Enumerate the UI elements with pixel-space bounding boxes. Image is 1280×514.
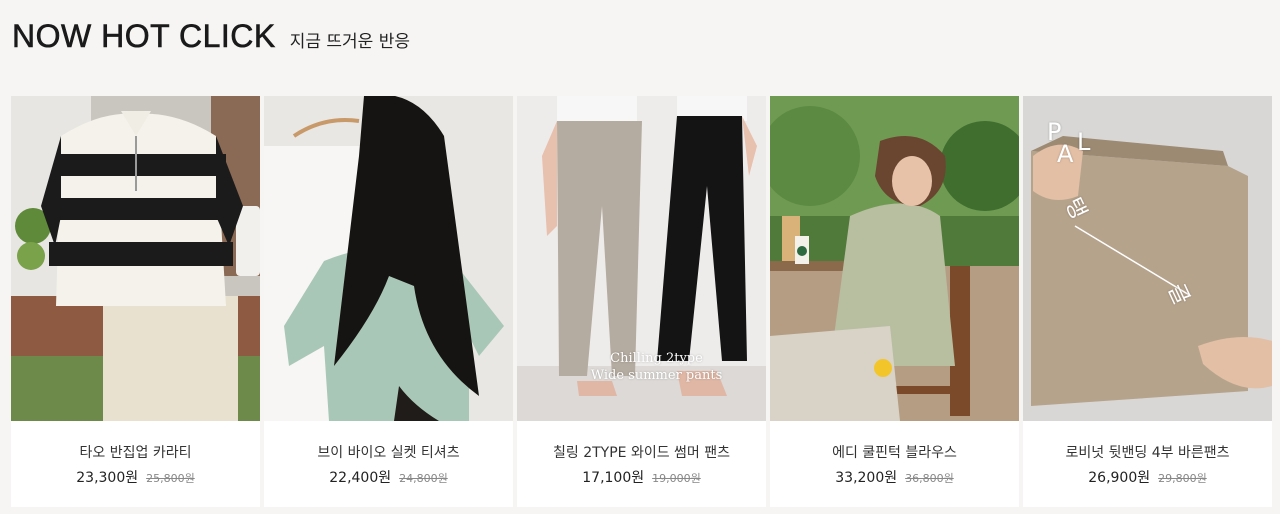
product-info: 칠링 2TYPE 와이드 썸머 팬츠 17,100원 19,000원 — [517, 421, 766, 507]
product-list: 타오 반집업 카라티 23,300원 25,800원 브이 바이오 실켓 티셔츠… — [11, 96, 1272, 507]
product-info: 에디 쿨핀턱 블라우스 33,200원 36,800원 — [770, 421, 1019, 507]
product-card[interactable]: 에디 쿨핀턱 블라우스 33,200원 36,800원 — [770, 96, 1019, 507]
product-prices: 33,200원 36,800원 — [835, 467, 953, 487]
product-info: 로비넛 뒷밴딩 4부 바른팬츠 26,900원 29,800원 — [1023, 421, 1272, 507]
product-info: 브이 바이오 실켓 티셔츠 22,400원 24,800원 — [264, 421, 513, 507]
section-title: NOW HOT CLICK — [12, 18, 276, 55]
product-price: 22,400원 — [329, 470, 392, 486]
product-prices: 26,900원 29,800원 — [1088, 467, 1206, 487]
product-name[interactable]: 타오 반집업 카라티 — [80, 444, 192, 462]
product-original-price: 19,000원 — [652, 472, 701, 485]
product-price: 26,900원 — [1088, 470, 1151, 486]
product-info: 타오 반집업 카라티 23,300원 25,800원 — [11, 421, 260, 507]
product-card[interactable]: P A L 탱 글 로비넛 뒷밴딩 4부 바른팬츠 26,900원 29,800… — [1023, 96, 1272, 507]
product-image[interactable]: Chilling 2type Wide summer pants — [517, 96, 766, 421]
product-price: 23,300원 — [76, 470, 139, 486]
section-header: NOW HOT CLICK 지금 뜨거운 반응 — [12, 18, 410, 62]
product-original-price: 36,800원 — [905, 472, 954, 485]
product-original-price: 24,800원 — [399, 472, 448, 485]
product-name[interactable]: 브이 바이오 실켓 티셔츠 — [317, 444, 459, 462]
product-image[interactable] — [770, 96, 1019, 421]
product-image[interactable] — [264, 96, 513, 421]
product-image[interactable] — [11, 96, 260, 421]
product-card[interactable]: 브이 바이오 실켓 티셔츠 22,400원 24,800원 — [264, 96, 513, 507]
image-caption: Chilling 2type Wide summer pants — [590, 351, 723, 383]
product-name[interactable]: 로비넛 뒷밴딩 4부 바른팬츠 — [1066, 444, 1230, 462]
product-card[interactable]: Chilling 2type Wide summer pants 칠링 2TYP… — [517, 96, 766, 507]
product-price: 33,200원 — [835, 470, 898, 486]
product-card[interactable]: 타오 반집업 카라티 23,300원 25,800원 — [11, 96, 260, 507]
product-prices: 22,400원 24,800원 — [329, 467, 447, 487]
product-prices: 23,300원 25,800원 — [76, 467, 194, 487]
section-subtitle: 지금 뜨거운 반응 — [289, 32, 410, 52]
product-name[interactable]: 칠링 2TYPE 와이드 썸머 팬츠 — [553, 444, 730, 462]
product-price: 17,100원 — [582, 470, 645, 486]
product-image[interactable]: P A L 탱 글 — [1023, 96, 1272, 421]
product-original-price: 29,800원 — [1158, 472, 1207, 485]
product-name[interactable]: 에디 쿨핀턱 블라우스 — [832, 444, 957, 462]
product-prices: 17,100원 19,000원 — [582, 467, 700, 487]
product-original-price: 25,800원 — [146, 472, 195, 485]
